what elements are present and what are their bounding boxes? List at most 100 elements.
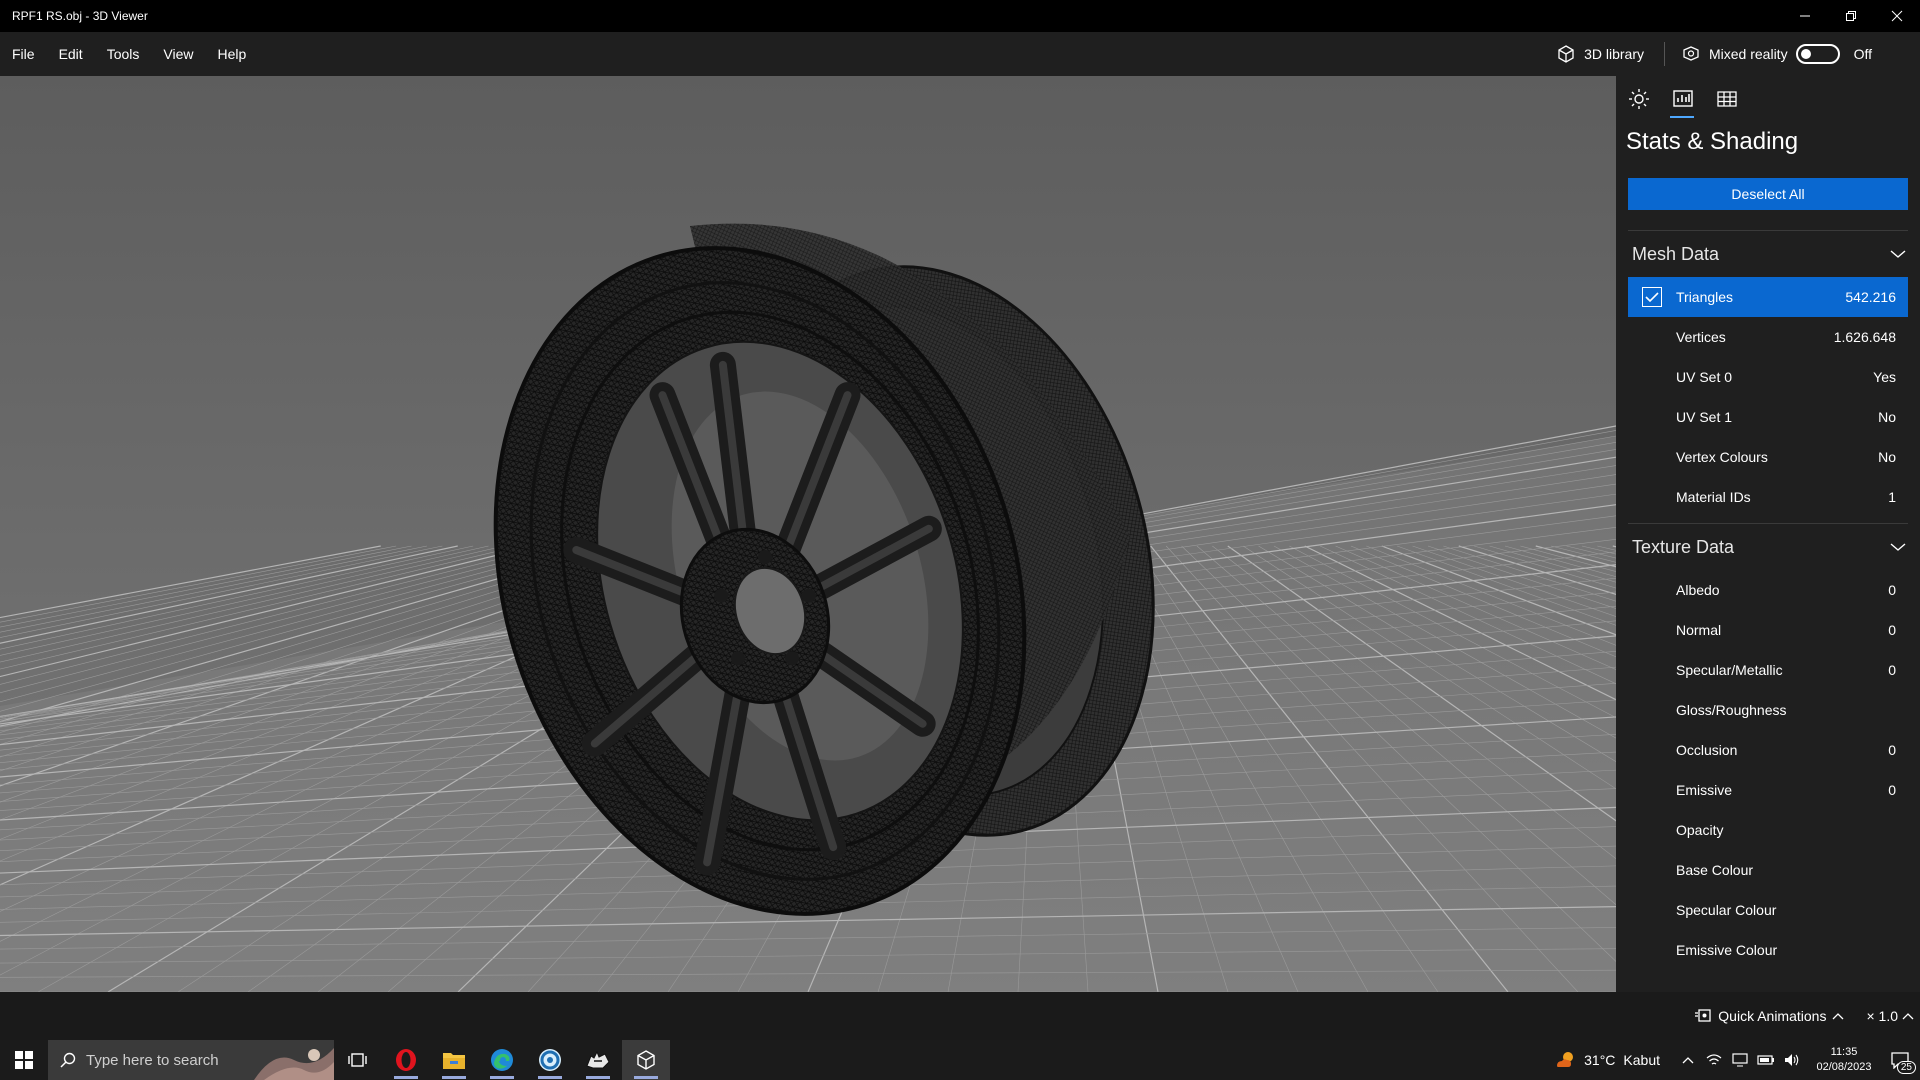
- taskbar-edge[interactable]: [478, 1040, 526, 1080]
- row-checkbox-slot[interactable]: [1628, 287, 1676, 307]
- menu-view[interactable]: View: [151, 32, 205, 76]
- mesh-row[interactable]: UV Set 0 Yes: [1628, 357, 1908, 397]
- mesh-row[interactable]: Vertex Colours No: [1628, 437, 1908, 477]
- chevron-up-icon: [1902, 1013, 1914, 1020]
- checkmark-icon: [1645, 292, 1659, 303]
- notification-count: 25: [1896, 1061, 1916, 1074]
- chevron-down-icon: [1890, 543, 1906, 551]
- texture-row[interactable]: Base Colour: [1628, 850, 1908, 890]
- texture-row[interactable]: Specular/Metallic 0: [1628, 650, 1908, 690]
- taskbar-opera[interactable]: [382, 1040, 430, 1080]
- texture-row[interactable]: Gloss/Roughness: [1628, 690, 1908, 730]
- menu-divider: [1663, 42, 1665, 66]
- notification-center-button[interactable]: 25: [1880, 1040, 1920, 1080]
- mesh-label: Vertex Colours: [1676, 449, 1768, 465]
- taskbar: Type here to search 31°C Kabut 11:35 02/…: [0, 1040, 1920, 1080]
- mixed-reality-icon: [1683, 46, 1699, 61]
- mesh-row[interactable]: Triangles 542.216: [1628, 277, 1908, 317]
- texture-label: Emissive Colour: [1676, 942, 1778, 958]
- chevron-down-icon: [1890, 250, 1906, 258]
- texture-label: Occlusion: [1676, 742, 1738, 758]
- taskbar-file-explorer[interactable]: [430, 1040, 478, 1080]
- texture-label: Emissive: [1676, 782, 1733, 798]
- texture-row[interactable]: Specular Colour: [1628, 890, 1908, 930]
- texture-row[interactable]: Normal 0: [1628, 610, 1908, 650]
- texture-label: Opacity: [1676, 822, 1724, 838]
- animation-icon: [1695, 1009, 1711, 1022]
- scene-canvas[interactable]: [0, 76, 1616, 992]
- grid-icon: [1717, 91, 1737, 107]
- 3d-library-button[interactable]: 3D library: [1540, 32, 1660, 76]
- 3d-viewport[interactable]: [0, 76, 1616, 992]
- menu-edit[interactable]: Edit: [47, 32, 95, 76]
- weather-condition: Kabut: [1623, 1052, 1660, 1068]
- quick-animations-button[interactable]: Quick Animations: [1694, 1008, 1844, 1024]
- taskbar-rhino[interactable]: [574, 1040, 622, 1080]
- texture-value: 0: [1888, 782, 1896, 798]
- mesh-row[interactable]: Material IDs 1: [1628, 477, 1908, 517]
- taskbar-search[interactable]: Type here to search: [48, 1040, 334, 1080]
- texture-row[interactable]: Albedo 0: [1628, 570, 1908, 610]
- texture-row[interactable]: Opacity: [1628, 810, 1908, 850]
- texture-label: Albedo: [1676, 582, 1720, 598]
- menu-tools[interactable]: Tools: [95, 32, 152, 76]
- tray-overflow-icon[interactable]: [1678, 1050, 1698, 1070]
- mesh-value: Yes: [1873, 369, 1896, 385]
- taskbar-app-circle[interactable]: [526, 1040, 574, 1080]
- panel-tabs: [1616, 76, 1920, 122]
- minimize-button[interactable]: [1782, 0, 1828, 32]
- clock-date: 02/08/2023: [1816, 1061, 1872, 1073]
- quick-animations-label: Quick Animations: [1718, 1008, 1827, 1024]
- animation-speed-button[interactable]: × 1.0: [1866, 1008, 1914, 1024]
- mixed-reality-label: Mixed reality: [1708, 46, 1788, 62]
- texture-row[interactable]: Emissive 0: [1628, 770, 1908, 810]
- taskbar-clock[interactable]: 11:35 02/08/2023: [1808, 1045, 1880, 1075]
- chevron-up-icon: [1833, 1013, 1844, 1020]
- mesh-row[interactable]: UV Set 1 No: [1628, 397, 1908, 437]
- volume-icon[interactable]: [1782, 1050, 1802, 1070]
- cube-icon: [1558, 45, 1574, 63]
- minimize-icon: [1800, 15, 1810, 17]
- stats-panel: Stats & Shading Deselect All Mesh Data T…: [1616, 76, 1920, 992]
- 3d-library-label: 3D library: [1584, 46, 1644, 62]
- close-icon: [1891, 10, 1903, 22]
- mixed-reality-control: Mixed reality Off: [1669, 32, 1920, 76]
- mesh-row[interactable]: Vertices 1.626.648: [1628, 317, 1908, 357]
- mixed-reality-state: Off: [1853, 46, 1872, 62]
- tab-stats[interactable]: [1670, 88, 1696, 118]
- texture-value: 0: [1888, 662, 1896, 678]
- display-icon[interactable]: [1730, 1050, 1750, 1070]
- stats-icon: [1673, 90, 1693, 107]
- texture-data-header[interactable]: Texture Data: [1616, 524, 1920, 570]
- texture-value: 0: [1888, 742, 1896, 758]
- start-button[interactable]: [0, 1040, 48, 1080]
- close-button[interactable]: [1874, 0, 1920, 32]
- mesh-data-header[interactable]: Mesh Data: [1616, 231, 1920, 277]
- mixed-reality-toggle[interactable]: [1795, 44, 1840, 64]
- weather-widget[interactable]: 31°C Kabut: [1554, 1050, 1660, 1070]
- deselect-all-button[interactable]: Deselect All: [1628, 178, 1908, 210]
- battery-icon[interactable]: [1756, 1050, 1776, 1070]
- search-placeholder: Type here to search: [86, 1051, 219, 1069]
- menu-help[interactable]: Help: [205, 32, 258, 76]
- network-icon[interactable]: [1704, 1050, 1724, 1070]
- texture-row[interactable]: Emissive Colour: [1628, 930, 1908, 970]
- status-bar: Quick Animations × 1.0: [0, 992, 1920, 1040]
- texture-row[interactable]: Occlusion 0: [1628, 730, 1908, 770]
- taskbar-3d-viewer[interactable]: [622, 1040, 670, 1080]
- clock-time: 11:35: [1830, 1046, 1858, 1058]
- restore-icon: [1846, 11, 1856, 21]
- tab-grid[interactable]: [1714, 88, 1740, 118]
- task-view-button[interactable]: [334, 1040, 382, 1080]
- animation-speed-value: × 1.0: [1866, 1008, 1898, 1024]
- file-explorer-icon: [443, 1053, 465, 1069]
- mesh-data-list: Triangles 542.216 Vertices 1.626.648 UV Set …: [1616, 277, 1920, 517]
- texture-label: Gloss/Roughness: [1676, 702, 1787, 718]
- checkbox-checked[interactable]: [1642, 287, 1662, 307]
- menu-file[interactable]: File: [0, 32, 47, 76]
- sun-icon: [1629, 89, 1649, 109]
- opera-icon: [396, 1049, 416, 1071]
- tab-lighting[interactable]: [1626, 88, 1652, 118]
- rhino-icon: [586, 1050, 610, 1069]
- restore-button[interactable]: [1828, 0, 1874, 32]
